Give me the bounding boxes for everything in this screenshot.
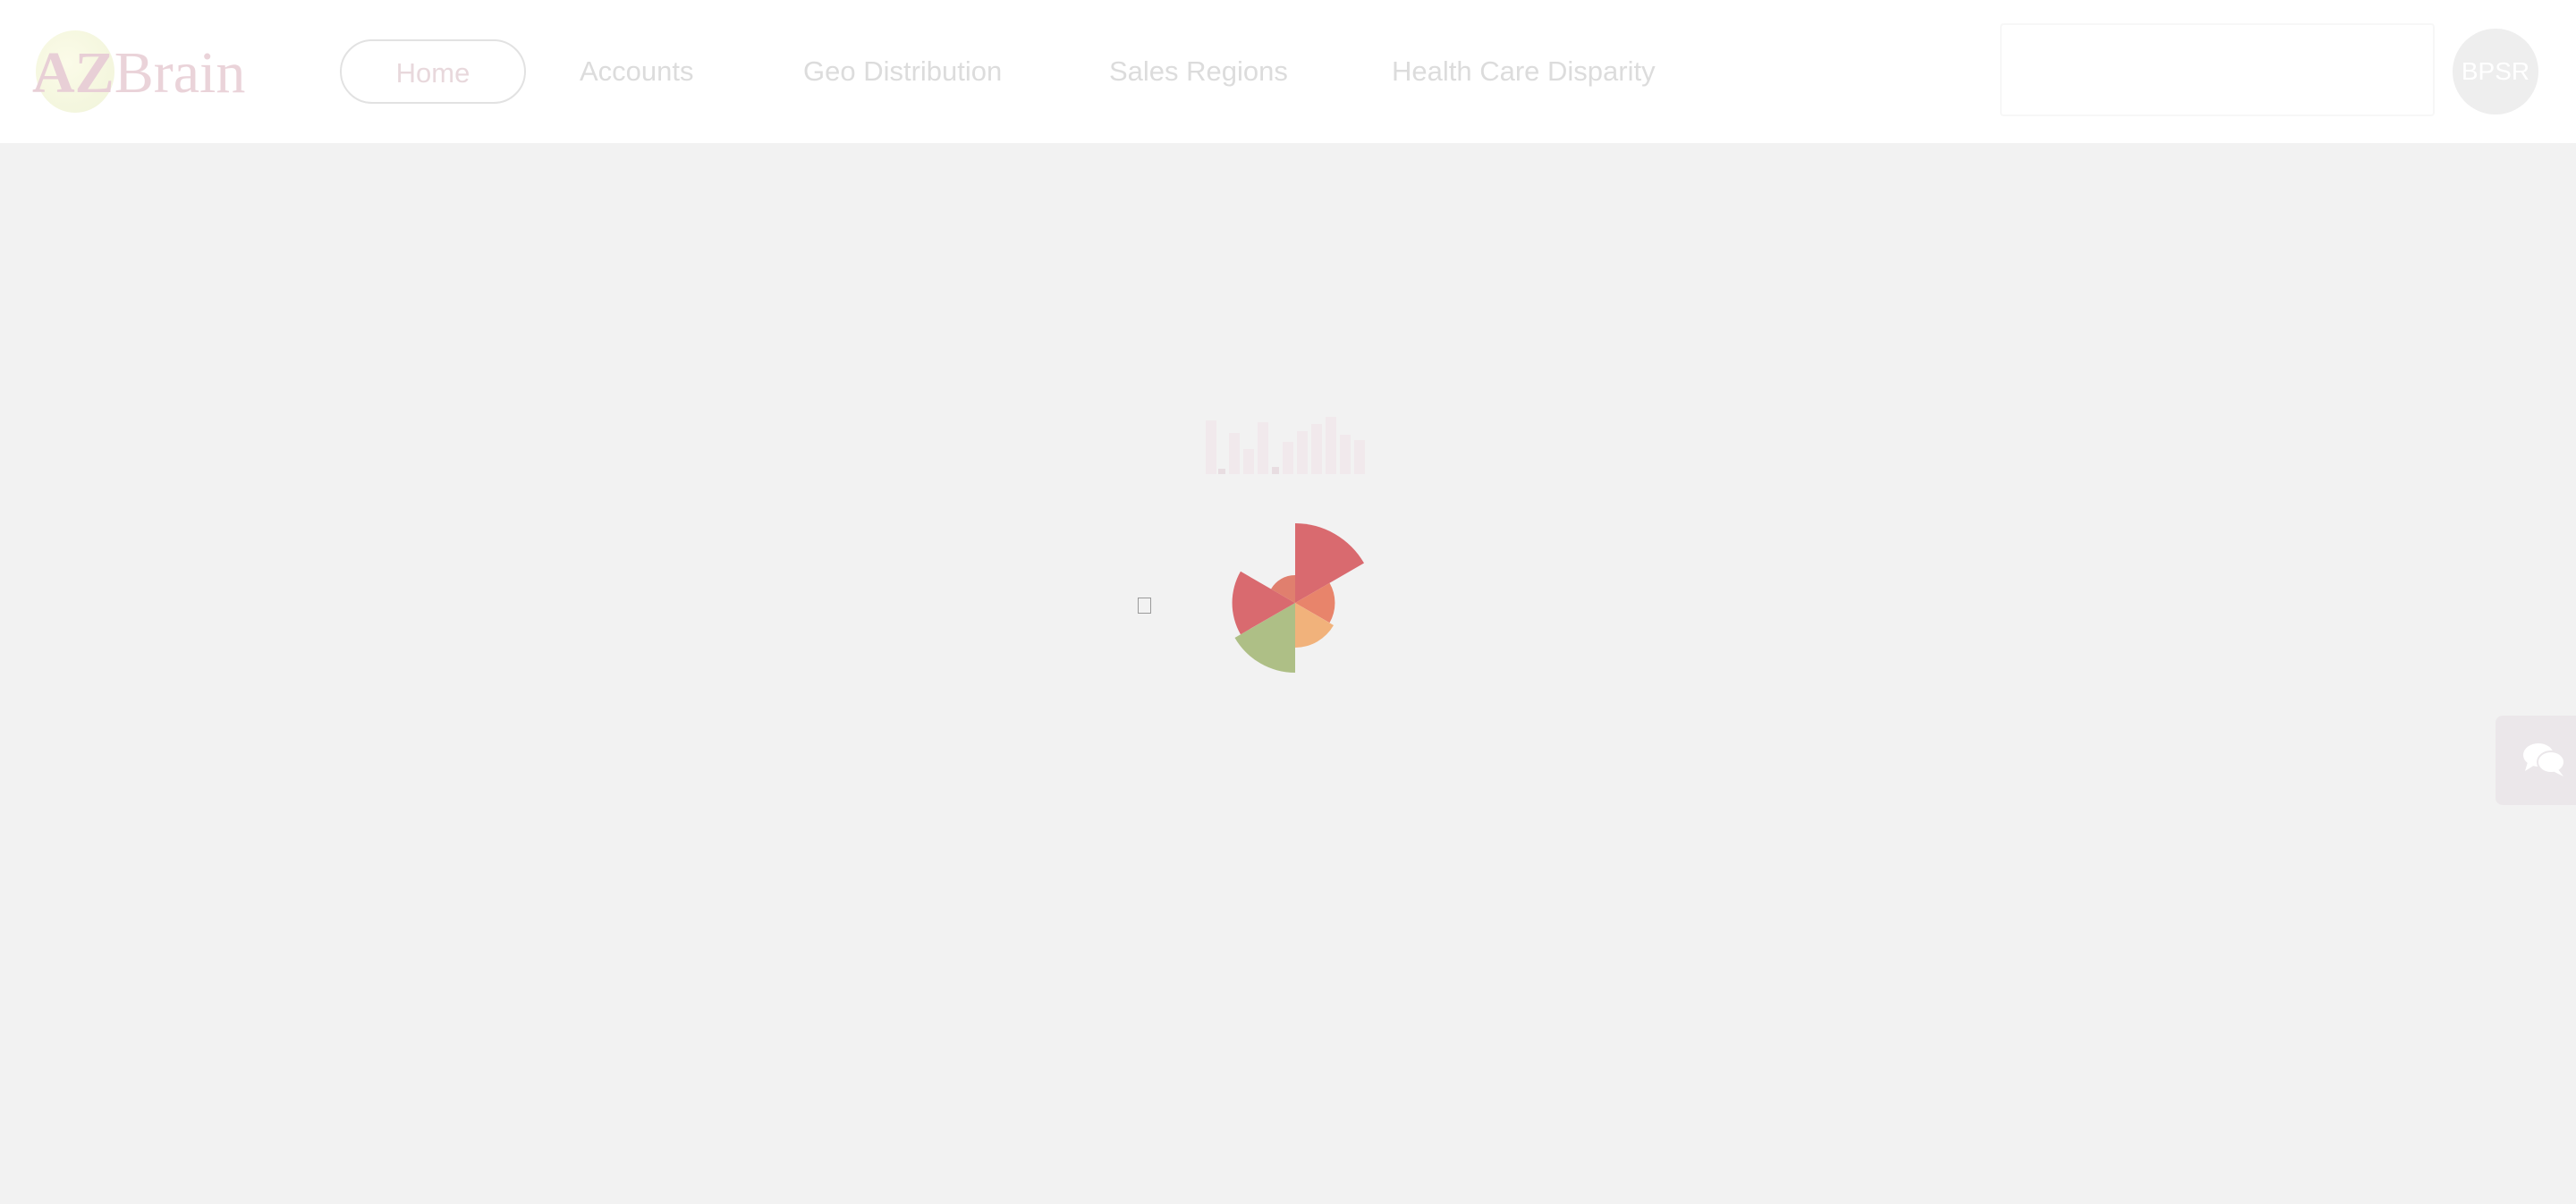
- logo-az: AZ: [32, 40, 114, 106]
- logo-text: AZBrain: [32, 39, 245, 106]
- nav-health-care-disparity[interactable]: Health Care Disparity: [1392, 39, 1656, 104]
- azbrain-logo[interactable]: AZBrain: [32, 27, 256, 116]
- top-navigation-bar: AZBrain Home Accounts Geo Distribution S…: [0, 0, 2576, 143]
- loading-placeholder-glyph: [1138, 598, 1151, 614]
- nav-home[interactable]: Home: [340, 39, 526, 104]
- nav-accounts[interactable]: Accounts: [580, 39, 694, 104]
- logo-brain: Brain: [114, 40, 246, 106]
- chat-icon: [2523, 743, 2565, 776]
- rose-chart-loading-icon: [1232, 523, 1364, 673]
- chat-widget-button[interactable]: [2496, 716, 2576, 805]
- nav-sales-regions[interactable]: Sales Regions: [1109, 39, 1288, 104]
- bar-chart-loading-icon: [1204, 417, 1372, 474]
- nav-geo-distribution[interactable]: Geo Distribution: [803, 39, 1002, 104]
- search-input[interactable]: [2000, 23, 2435, 116]
- user-avatar[interactable]: BPSR: [2453, 29, 2538, 114]
